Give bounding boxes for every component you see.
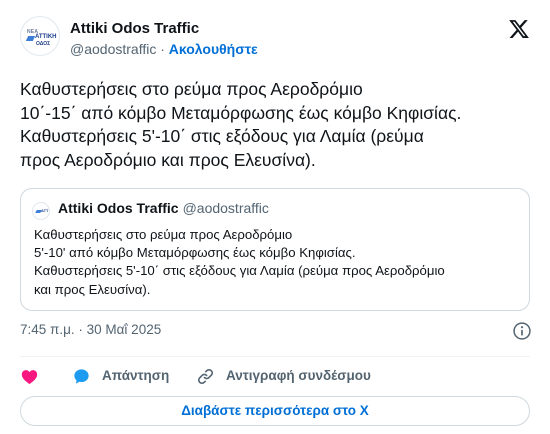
quoted-tweet[interactable]: ATT Attiki Odos Traffic @aodostraffic Καθ… <box>20 188 530 311</box>
reply-label: Απάντηση <box>102 368 170 383</box>
quoted-author-handle: @aodostraffic <box>182 200 269 216</box>
avatar[interactable]: ΝΕΑ ΑΤΤΙΚΗ ΟΔΟΣ <box>20 16 60 56</box>
like-button[interactable] <box>20 366 44 386</box>
author-name[interactable]: Attiki Odos Traffic <box>70 20 199 37</box>
quoted-text-line: και προς Ελευσίνα). <box>34 281 151 297</box>
quoted-tweet-text: Καθυστερήσεις στο ρεύμα προς Αεροδρόμιο … <box>34 226 524 299</box>
info-icon[interactable] <box>512 321 532 341</box>
copy-link-button[interactable]: Αντιγραφή συνδέσμου <box>196 366 396 386</box>
quoted-author: Attiki Odos Traffic @aodostraffic <box>58 200 269 216</box>
tweet-card: ΝΕΑ ΑΤΤΙΚΗ ΟΔΟΣ Attiki Odos Traffic @aod… <box>0 0 550 434</box>
tweet-text-line: 10΄-15΄ από κόμβο Μεταμόρφωσης έως κόμβο… <box>20 102 462 123</box>
link-icon <box>198 369 213 384</box>
tweet-text-line: προς Αεροδρόμιο και προς Ελευσίνα). <box>20 149 316 170</box>
avatar-text-middle: ΑΤΤΙΚΗ <box>35 34 57 40</box>
tweet-text-line: Καθυστερήσεις 5'-10΄ στις εξόδους για Λα… <box>20 126 424 146</box>
separator-dot: · <box>160 41 165 57</box>
quoted-text-line: 5'-10' από κόμβο Μεταμόρφωσης έως κόμβο … <box>34 245 356 261</box>
quoted-avatar-text: ATT <box>41 208 49 213</box>
x-logo-icon[interactable] <box>508 18 530 40</box>
tweet-timestamp[interactable]: 7:45 π.μ. · 30 Μαΐ 2025 <box>20 322 161 337</box>
avatar-logo-mark <box>25 36 36 41</box>
read-more-button[interactable]: Διαβάστε περισσότερα στο X <box>20 396 530 426</box>
tweet-header: ΝΕΑ ΑΤΤΙΚΗ ΟΔΟΣ Attiki Odos Traffic @aod… <box>20 14 534 60</box>
quoted-text-line: Καθυστερήσεις στο ρεύμα προς Αεροδρόμιο <box>34 227 293 242</box>
reply-button[interactable]: Απάντηση <box>72 366 202 386</box>
avatar-text-bottom: ΟΔΟΣ <box>36 41 51 47</box>
quoted-text-line: Καθυστερήσεις 5'-10΄ στις εξόδους για Λα… <box>34 263 445 279</box>
divider <box>20 356 530 357</box>
tweet-text-line: Καθυστερήσεις στο ρεύμα προς Αεροδρόμιο <box>20 79 363 99</box>
heart-icon <box>21 370 38 385</box>
copy-link-label: Αντιγραφή συνδέσμου <box>226 368 371 383</box>
action-bar: Απάντηση Αντιγραφή συνδέσμου <box>20 366 530 386</box>
author-handle-row: @aodostraffic · Ακολουθήστε <box>70 41 258 57</box>
author-handle[interactable]: @aodostraffic <box>70 41 156 57</box>
reply-bubble-icon <box>74 369 89 384</box>
tweet-text: Καθυστερήσεις στο ρεύμα προς Αεροδρόμιο … <box>20 78 540 172</box>
quoted-author-name: Attiki Odos Traffic <box>58 200 179 216</box>
quoted-avatar: ATT <box>32 202 50 220</box>
follow-button[interactable]: Ακολουθήστε <box>169 41 258 57</box>
